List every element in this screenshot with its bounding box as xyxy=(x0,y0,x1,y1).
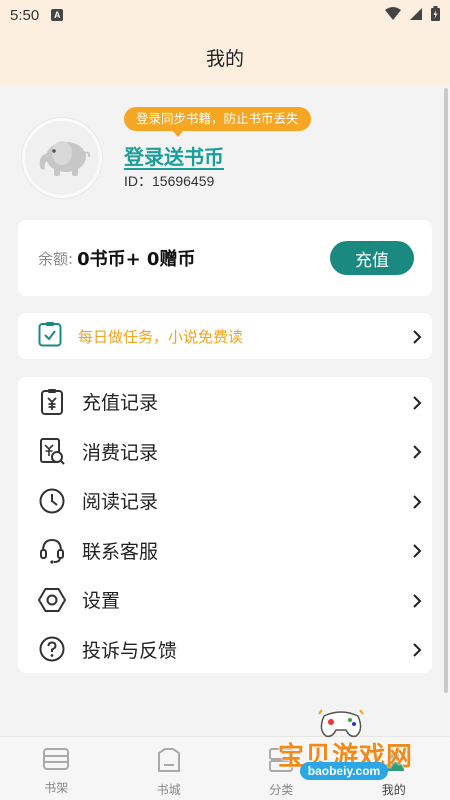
menu-item-settings[interactable]: 设置 xyxy=(18,575,432,625)
avatar[interactable] xyxy=(22,118,102,198)
battery-icon xyxy=(431,5,440,25)
menu-label: 设置 xyxy=(82,590,121,613)
notification-icon: A xyxy=(51,9,64,21)
login-tooltip: 登录同步书籍，防止书币丢失 xyxy=(124,107,311,137)
daily-task-row[interactable]: 每日做任务，小说免费读 xyxy=(18,313,432,359)
question-icon xyxy=(38,635,66,663)
wifi-icon xyxy=(385,6,401,25)
menu-item-feedback[interactable]: 投诉与反馈 xyxy=(18,625,432,675)
settings-hexagon-icon xyxy=(38,586,66,614)
clipboard-check-icon xyxy=(38,321,62,351)
watermark: 宝贝游戏网 baobeiy.com xyxy=(270,700,450,800)
login-link[interactable]: 登录送书币 xyxy=(124,141,224,170)
profile-section: 登录同步书籍，防止书币丢失 登录送书币 ID：15696459 xyxy=(0,85,450,215)
daily-task-label: 每日做任务，小说免费读 xyxy=(78,327,244,346)
tab-bookshelf[interactable]: 书架 xyxy=(0,737,113,800)
chevron-right-icon xyxy=(412,444,422,459)
watermark-url: baobeiy.com xyxy=(300,762,388,780)
menu-label: 阅读记录 xyxy=(82,491,159,514)
user-id: ID：15696459 xyxy=(124,173,215,189)
tab-label: 书城 xyxy=(156,783,181,797)
chevron-right-icon xyxy=(412,543,422,558)
status-time: 5:50 xyxy=(10,6,40,24)
status-bar: 5:50 A xyxy=(0,0,450,30)
consume-record-icon xyxy=(38,437,66,465)
chevron-right-icon xyxy=(412,593,422,608)
headset-icon xyxy=(38,536,66,564)
menu-label: 联系客服 xyxy=(82,540,159,563)
menu-item-recharge-record[interactable]: 充值记录 xyxy=(18,377,432,427)
signal-icon xyxy=(409,6,423,25)
menu-label: 投诉与反馈 xyxy=(82,639,178,662)
recharge-button[interactable]: 充值 xyxy=(330,241,414,275)
menu-item-customer-service[interactable]: 联系客服 xyxy=(18,526,432,576)
tab-bookstore[interactable]: 书城 xyxy=(113,737,226,800)
menu-item-consume-record[interactable]: 消费记录 xyxy=(18,427,432,477)
balance-label: 余额: xyxy=(38,249,74,268)
chevron-right-icon xyxy=(412,329,422,344)
scrollbar[interactable] xyxy=(444,88,448,693)
elephant-avatar-icon xyxy=(32,133,92,183)
bookshelf-icon xyxy=(42,747,70,775)
balance-card: 余额: 0书币+ 0赠币 充值 xyxy=(18,220,432,296)
title-bar: 我的 xyxy=(0,30,450,85)
chevron-right-icon xyxy=(412,642,422,657)
menu-list: 充值记录 消费记录 阅读记录 联系客服 设置 投诉与反馈 xyxy=(18,377,432,673)
menu-label: 充值记录 xyxy=(82,392,159,415)
balance-value: 0书币+ 0赠币 xyxy=(77,249,196,270)
clock-icon xyxy=(38,487,66,515)
bookstore-icon xyxy=(156,747,182,777)
chevron-right-icon xyxy=(412,395,422,410)
page-title: 我的 xyxy=(205,48,244,70)
menu-label: 消费记录 xyxy=(82,441,159,464)
chevron-right-icon xyxy=(412,494,422,509)
tab-label: 书架 xyxy=(44,781,69,795)
menu-item-reading-record[interactable]: 阅读记录 xyxy=(18,476,432,526)
recharge-record-icon xyxy=(38,388,66,416)
